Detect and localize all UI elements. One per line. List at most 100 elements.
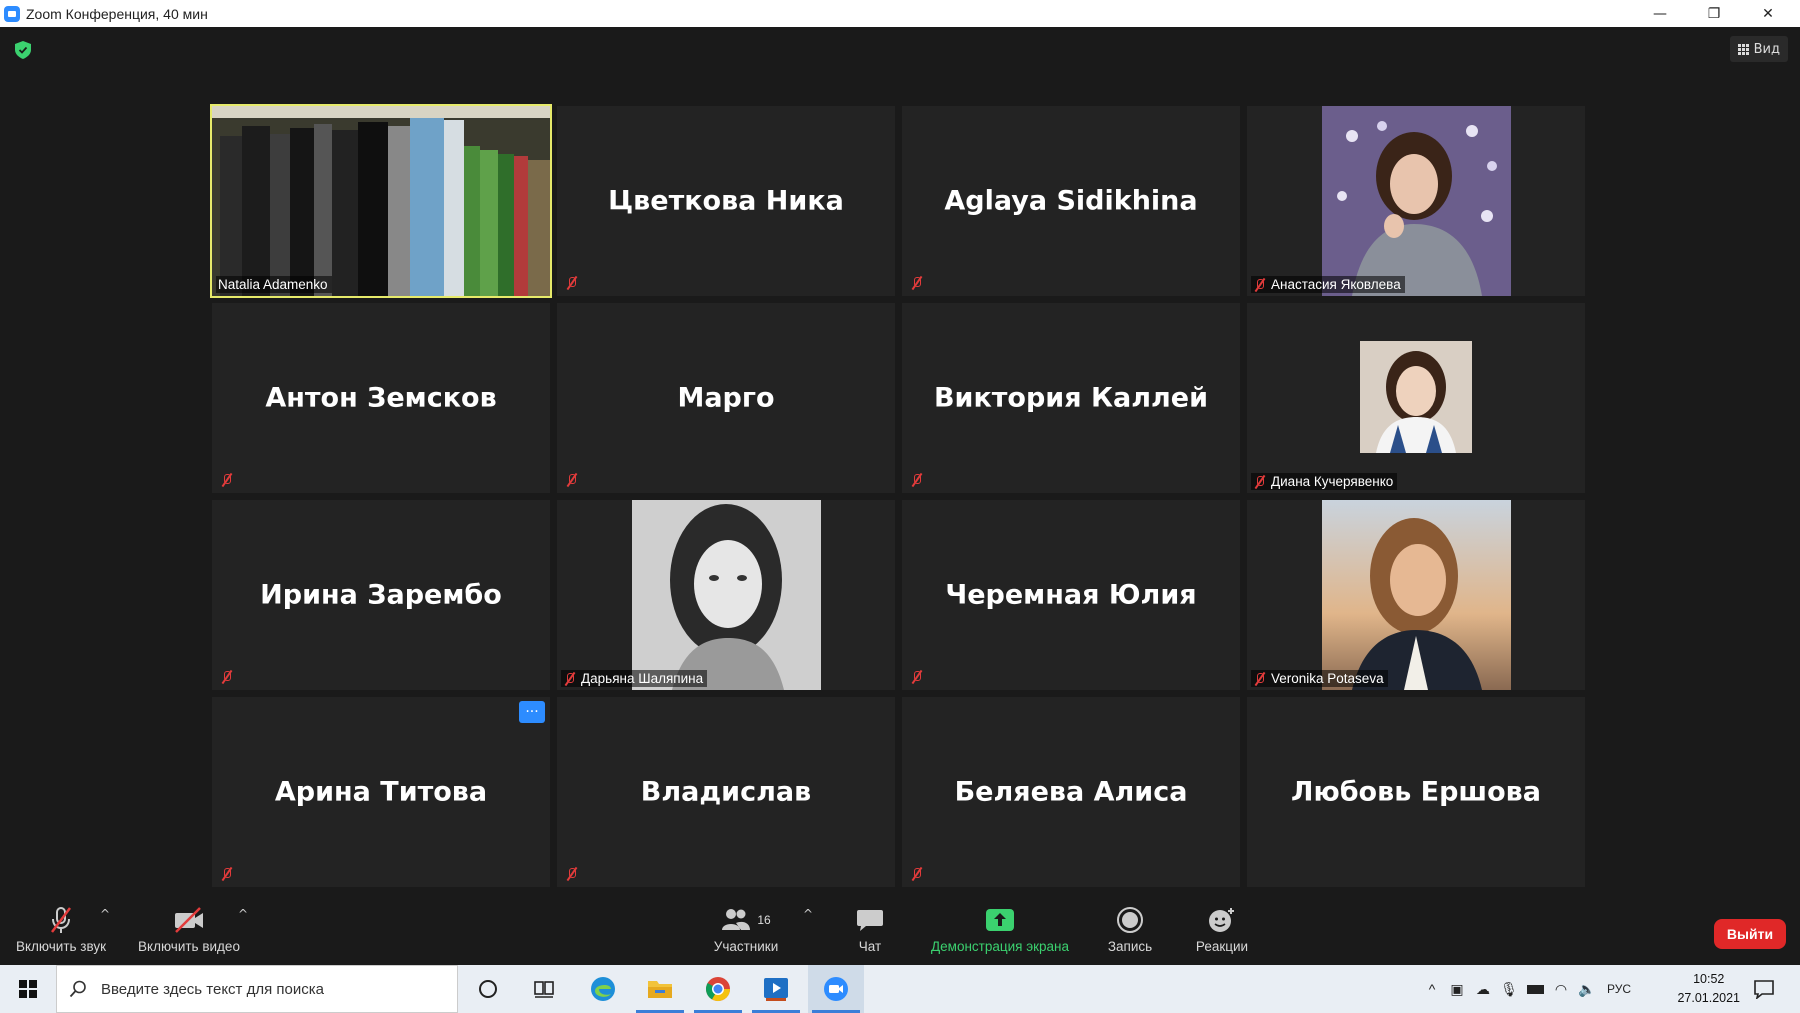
volume-icon[interactable]: 🔈 <box>1574 981 1600 998</box>
participants-options-chevron-icon[interactable]: ^ <box>803 907 813 921</box>
participant-name-label: Дарьяна Шаляпина <box>561 670 708 687</box>
participant-tile[interactable]: Диана Кучерявенко <box>1247 303 1585 493</box>
participant-tile[interactable]: Natalia Adamenko <box>210 104 552 298</box>
participant-tile[interactable]: Veronika Potaseva <box>1247 500 1585 690</box>
unmute-button[interactable]: Включить звук <box>8 893 114 965</box>
meeting-area: Вид Natalia Adamenko Цветкова Ника Aglay… <box>0 27 1800 893</box>
meeting-toolbar: Включить звук ^ Включить видео ^ 16 Учас… <box>0 893 1800 965</box>
unmute-label: Включить звук <box>15 939 107 954</box>
participant-tile[interactable]: Любовь Ершова <box>1247 697 1585 887</box>
muted-mic-icon <box>1253 278 1267 292</box>
clock-date: 27.01.2021 <box>1677 991 1740 1005</box>
record-button[interactable]: Запись <box>1100 893 1160 965</box>
view-button[interactable]: Вид <box>1729 36 1788 62</box>
participant-tile[interactable]: Беляева Алиса <box>902 697 1240 887</box>
minimize-button[interactable]: — <box>1633 0 1687 27</box>
participant-tile[interactable]: Виктория Каллей <box>902 303 1240 493</box>
participant-name: Марго <box>677 382 775 414</box>
chat-icon <box>856 904 884 936</box>
grid-icon <box>1737 43 1749 55</box>
share-screen-label: Демонстрация экрана <box>931 939 1069 954</box>
tray-app-icon[interactable]: ▣ <box>1444 981 1470 998</box>
chat-button[interactable]: Чат <box>838 893 902 965</box>
taskbar-clock[interactable]: 10:52 27.01.2021 <box>1677 970 1740 1008</box>
participant-name: Ирина Зарембо <box>260 579 502 611</box>
chrome-browser-icon[interactable] <box>690 965 746 1013</box>
onedrive-cloud-icon[interactable]: ☁ <box>1470 981 1496 998</box>
taskbar-search-box[interactable]: Введите здесь текст для поиска <box>56 965 458 1013</box>
participant-name: Диана Кучерявенко <box>1271 474 1394 489</box>
bookshelf-video-image <box>212 106 550 296</box>
search-placeholder: Введите здесь текст для поиска <box>101 980 324 998</box>
cortana-icon[interactable] <box>460 965 516 1013</box>
muted-mic-icon <box>220 473 234 487</box>
participant-video-image <box>632 500 821 690</box>
muted-mic-icon <box>565 473 579 487</box>
start-video-label: Включить видео <box>138 939 240 954</box>
record-icon <box>1116 904 1144 936</box>
muted-mic-icon <box>910 473 924 487</box>
task-view-icon[interactable] <box>516 965 572 1013</box>
record-label: Запись <box>1107 939 1153 954</box>
tray-expand-chevron-icon[interactable]: ^ <box>1420 981 1444 997</box>
file-explorer-icon[interactable] <box>632 965 688 1013</box>
search-icon <box>69 980 86 998</box>
participant-tile[interactable]: Владислав <box>557 697 895 887</box>
media-player-icon[interactable] <box>748 965 804 1013</box>
edge-browser-icon[interactable] <box>575 965 631 1013</box>
view-label: Вид <box>1753 41 1780 57</box>
microphone-icon[interactable]: 🎙 <box>1496 981 1522 998</box>
muted-mic-icon <box>910 276 924 290</box>
input-language-indicator[interactable]: РУС <box>1600 982 1638 996</box>
participant-tile[interactable]: ··· Арина Титова <box>212 697 550 887</box>
share-screen-button[interactable]: Демонстрация экрана <box>922 893 1078 965</box>
start-button[interactable] <box>0 965 56 1013</box>
start-video-button[interactable]: Включить видео <box>130 893 248 965</box>
participant-tile[interactable]: Aglaya Sidikhina <box>902 106 1240 296</box>
participants-label: Участники <box>713 939 779 954</box>
zoom-taskbar-icon[interactable] <box>808 965 864 1013</box>
participant-name: Антон Земсков <box>265 382 497 414</box>
muted-mic-icon <box>220 670 234 684</box>
participant-tile[interactable]: Антон Земсков <box>212 303 550 493</box>
windows-taskbar: Введите здесь текст для поиска ^ ▣ ☁ 🎙 ◠… <box>0 965 1800 1013</box>
muted-mic-icon <box>910 867 924 881</box>
reactions-button[interactable]: Реакции <box>1190 893 1254 965</box>
wifi-icon[interactable]: ◠ <box>1548 981 1574 998</box>
participant-name: Арина Титова <box>274 776 488 808</box>
audio-options-chevron-icon[interactable]: ^ <box>100 907 110 921</box>
reactions-smiley-icon <box>1207 904 1237 936</box>
participant-tile[interactable]: Ирина Зарембо <box>212 500 550 690</box>
participant-name: Veronika Potaseva <box>1271 671 1384 686</box>
muted-mic-icon <box>563 672 577 686</box>
muted-mic-icon <box>565 867 579 881</box>
participant-tile[interactable]: Черемная Юлия <box>902 500 1240 690</box>
video-options-chevron-icon[interactable]: ^ <box>238 907 248 921</box>
participant-tile[interactable]: Цветкова Ника <box>557 106 895 296</box>
participant-tile[interactable]: Дарьяна Шаляпина <box>557 500 895 690</box>
muted-mic-icon <box>1253 672 1267 686</box>
battery-icon[interactable] <box>1522 984 1548 994</box>
system-tray: ^ ▣ ☁ 🎙 ◠ 🔈 РУС <box>1420 965 1638 1013</box>
reactions-label: Реакции <box>1195 939 1249 954</box>
leave-meeting-button[interactable]: Выйти <box>1714 919 1786 949</box>
participant-name: Беляева Алиса <box>954 776 1188 808</box>
participant-name: Виктория Каллей <box>933 382 1209 414</box>
notifications-icon[interactable] <box>1736 965 1792 1013</box>
window-title: Zoom Конференция, 40 мин <box>26 5 208 22</box>
participant-avatar-image <box>1360 341 1472 453</box>
participant-name: Цветкова Ника <box>608 185 844 217</box>
restore-button[interactable]: ❐ <box>1687 0 1741 27</box>
muted-mic-icon <box>565 276 579 290</box>
participant-tile[interactable]: Анастасия Яковлева <box>1247 106 1585 296</box>
more-options-button[interactable]: ··· <box>519 701 545 723</box>
security-shield-icon[interactable] <box>15 41 31 59</box>
close-button[interactable]: ✕ <box>1741 0 1795 27</box>
participant-name: Черемная Юлия <box>945 579 1197 611</box>
participant-tile[interactable]: Марго <box>557 303 895 493</box>
participant-name: Владислав <box>640 776 812 808</box>
muted-mic-icon <box>910 670 924 684</box>
participant-name-label: Natalia Adamenko <box>216 276 332 293</box>
participants-button[interactable]: 16 Участники <box>700 893 792 965</box>
participant-name-label: Veronika Potaseva <box>1251 670 1388 687</box>
